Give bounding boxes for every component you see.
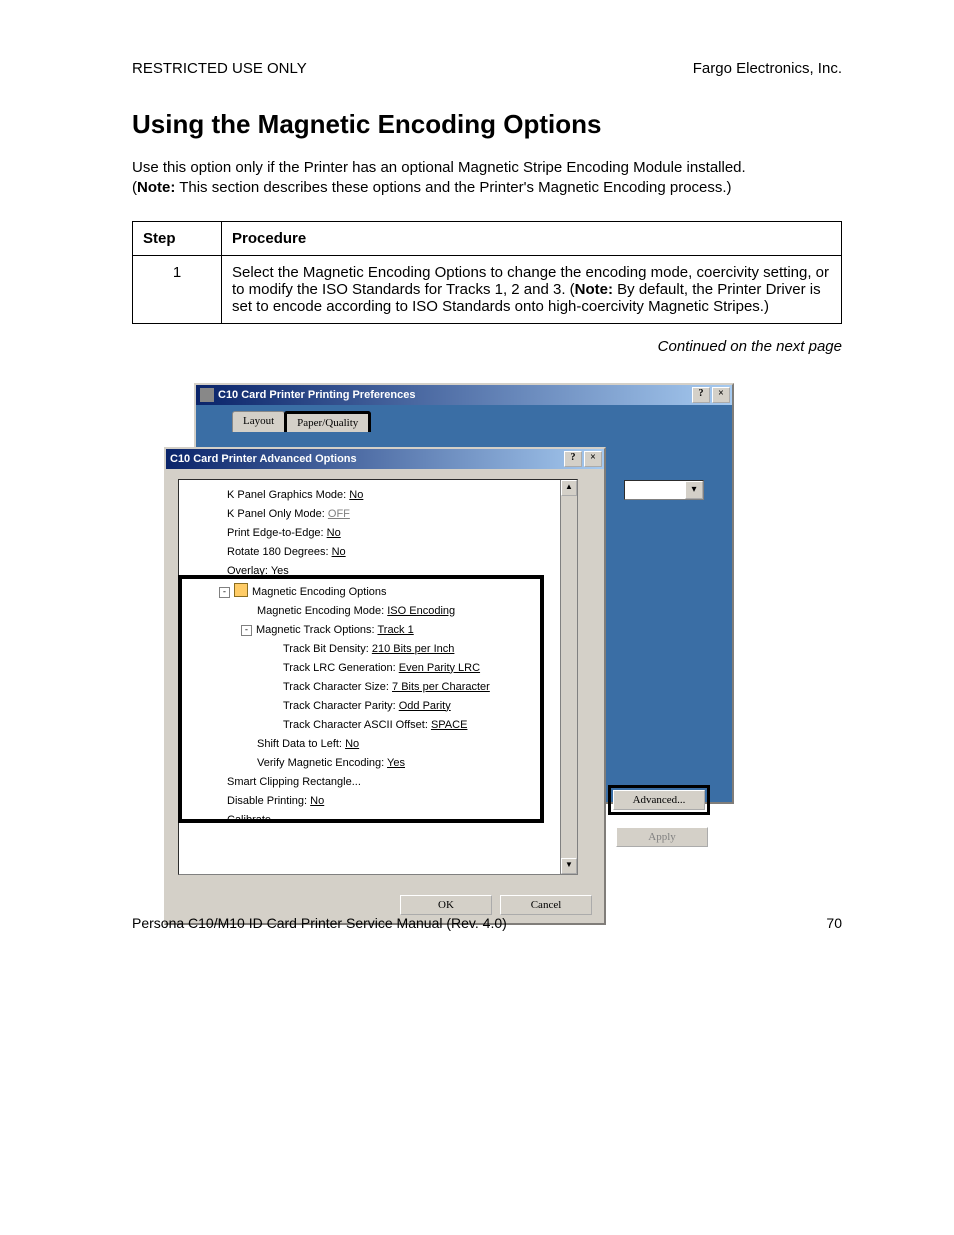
value: Odd Parity xyxy=(399,700,451,712)
scrollbar[interactable]: ▲ ▼ xyxy=(560,480,577,874)
value: No xyxy=(327,527,341,539)
step-procedure: Select the Magnetic Encoding Options to … xyxy=(222,255,842,323)
value: No xyxy=(345,738,359,750)
label: Track LRC Generation: xyxy=(283,662,399,674)
options-tree[interactable]: K Panel Graphics Mode: No K Panel Only M… xyxy=(178,479,578,875)
tree-rotate-180[interactable]: Rotate 180 Degrees: No xyxy=(199,543,573,562)
header-left: RESTRICTED USE ONLY xyxy=(132,60,307,77)
tree-verify-encoding[interactable]: Verify Magnetic Encoding: Yes xyxy=(199,754,573,773)
collapse-icon[interactable]: - xyxy=(219,587,230,598)
ok-button[interactable]: OK xyxy=(400,895,492,915)
tree-bit-density[interactable]: Track Bit Density: 210 Bits per Inch xyxy=(199,640,573,659)
tree-track-options[interactable]: -Magnetic Track Options: Track 1 xyxy=(199,621,573,640)
tree-k-panel-graphics[interactable]: K Panel Graphics Mode: No xyxy=(199,486,573,505)
tab-layout[interactable]: Layout xyxy=(232,411,285,432)
scroll-down-icon[interactable]: ▼ xyxy=(561,858,577,874)
tree-overlay[interactable]: Overlay: Yes xyxy=(199,562,573,581)
label: Rotate 180 Degrees: xyxy=(227,546,332,558)
help-icon[interactable]: ? xyxy=(564,451,582,467)
inner-window-title: C10 Card Printer Advanced Options xyxy=(170,453,564,465)
label: Disable Printing: xyxy=(227,795,310,807)
value: Yes xyxy=(271,565,289,577)
label: Magnetic Encoding Mode: xyxy=(257,605,387,617)
apply-button: Apply xyxy=(616,827,708,847)
label: Smart Clipping Rectangle... xyxy=(227,776,361,788)
cancel-button[interactable]: Cancel xyxy=(500,895,592,915)
value: Even Parity LRC xyxy=(399,662,480,674)
value: No xyxy=(310,795,324,807)
outer-window-title: C10 Card Printer Printing Preferences xyxy=(218,389,692,401)
app-icon xyxy=(200,388,214,402)
intro-line1: Use this option only if the Printer has … xyxy=(132,159,746,176)
folder-icon xyxy=(234,583,248,597)
value: SPACE xyxy=(431,719,467,731)
label: Print Edge-to-Edge: xyxy=(227,527,327,539)
label: K Panel Graphics Mode: xyxy=(227,489,349,501)
label: K Panel Only Mode: xyxy=(227,508,328,520)
value: ISO Encoding xyxy=(387,605,455,617)
col-step: Step xyxy=(133,221,222,255)
inner-titlebar: C10 Card Printer Advanced Options ? × xyxy=(166,449,604,469)
outer-titlebar: C10 Card Printer Printing Preferences ? … xyxy=(196,385,732,405)
tree-smart-clipping[interactable]: Smart Clipping Rectangle... xyxy=(199,773,573,792)
collapse-icon[interactable]: - xyxy=(241,625,252,636)
step-number: 1 xyxy=(133,255,222,323)
value: Yes xyxy=(387,757,405,769)
procedure-table: Step Procedure 1 Select the Magnetic Enc… xyxy=(132,221,842,324)
intro-note-rest: This section describes these options and… xyxy=(175,179,731,196)
close-icon[interactable]: × xyxy=(584,451,602,467)
scroll-up-icon[interactable]: ▲ xyxy=(561,480,577,496)
tray-select[interactable] xyxy=(624,480,704,500)
advanced-highlight: Advanced... xyxy=(608,785,710,815)
close-icon[interactable]: × xyxy=(712,387,730,403)
label: Track Character Size: xyxy=(283,681,392,693)
continued-note: Continued on the next page xyxy=(132,338,842,355)
intro-paragraph: Use this option only if the Printer has … xyxy=(132,158,842,199)
label: Shift Data to Left: xyxy=(257,738,345,750)
advanced-button[interactable]: Advanced... xyxy=(613,790,705,810)
tree-shift-left[interactable]: Shift Data to Left: No xyxy=(199,735,573,754)
tree-disable-printing[interactable]: Disable Printing: No xyxy=(199,792,573,811)
label: Track Bit Density: xyxy=(283,643,372,655)
page-number: 70 xyxy=(826,915,842,931)
tree-char-parity[interactable]: Track Character Parity: Odd Parity xyxy=(199,697,573,716)
value: 210 Bits per Inch xyxy=(372,643,455,655)
label: Magnetic Encoding Options xyxy=(252,586,387,598)
label: Track Character Parity: xyxy=(283,700,399,712)
help-icon[interactable]: ? xyxy=(692,387,710,403)
label: Track Character ASCII Offset: xyxy=(283,719,431,731)
tree-ascii-offset[interactable]: Track Character ASCII Offset: SPACE xyxy=(199,716,573,735)
label: Overlay: xyxy=(227,565,271,577)
tree-print-edge[interactable]: Print Edge-to-Edge: No xyxy=(199,524,573,543)
proc-note-bold: Note: xyxy=(575,281,613,298)
tree-calibrate[interactable]: Calibrate... xyxy=(199,811,573,830)
page-title: Using the Magnetic Encoding Options xyxy=(132,109,842,140)
label: Calibrate... xyxy=(227,814,280,826)
footer-left: Persona C10/M10 ID Card Printer Service … xyxy=(132,915,507,931)
intro-note-bold: Note: xyxy=(137,179,175,196)
label: Verify Magnetic Encoding: xyxy=(257,757,387,769)
tree-encoding-mode[interactable]: Magnetic Encoding Mode: ISO Encoding xyxy=(199,602,573,621)
tree-lrc-generation[interactable]: Track LRC Generation: Even Parity LRC xyxy=(199,659,573,678)
tab-paper-quality[interactable]: Paper/Quality xyxy=(284,411,371,432)
value: 7 Bits per Character xyxy=(392,681,490,693)
tree-magnetic-encoding-options[interactable]: - Magnetic Encoding Options xyxy=(199,581,573,602)
header-right: Fargo Electronics, Inc. xyxy=(693,60,842,77)
value: Track 1 xyxy=(377,624,413,636)
value: OFF xyxy=(328,508,350,520)
value: No xyxy=(349,489,363,501)
tree-char-size[interactable]: Track Character Size: 7 Bits per Charact… xyxy=(199,678,573,697)
label: Magnetic Track Options: xyxy=(256,624,377,636)
advanced-options-window: C10 Card Printer Advanced Options ? × K … xyxy=(164,447,606,925)
tree-k-panel-only[interactable]: K Panel Only Mode: OFF xyxy=(199,505,573,524)
value: No xyxy=(332,546,346,558)
col-procedure: Procedure xyxy=(222,221,842,255)
